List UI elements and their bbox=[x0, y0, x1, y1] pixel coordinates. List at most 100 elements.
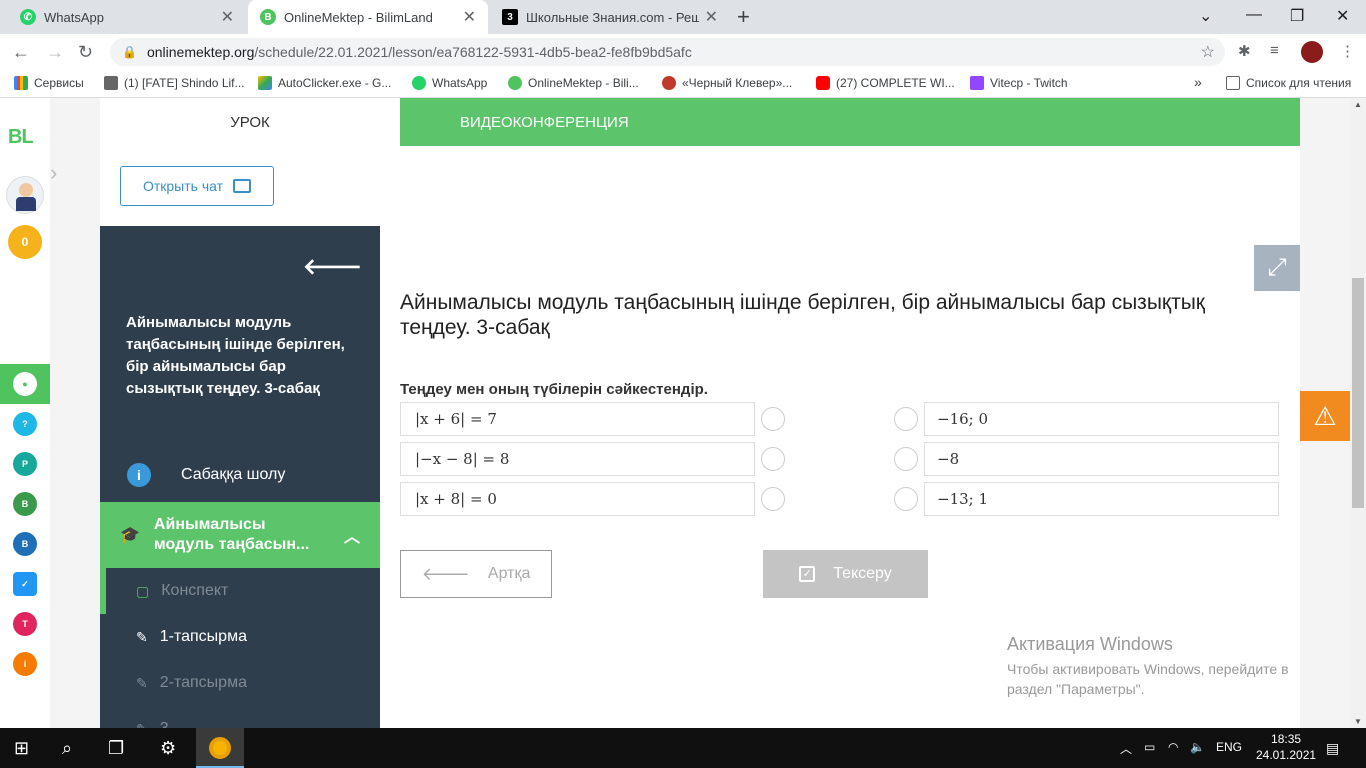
left-match-point[interactable] bbox=[761, 487, 785, 511]
bookmark-label: WhatsApp bbox=[432, 76, 488, 90]
edit-icon: ✎ bbox=[136, 628, 148, 645]
back-icon[interactable]: ← bbox=[12, 42, 30, 63]
wifi-icon[interactable]: ◠ bbox=[1168, 740, 1178, 754]
activation-text: Чтобы активировать Windows, перейдите в … bbox=[1007, 661, 1289, 697]
notifications-icon[interactable]: ▤ bbox=[1326, 740, 1339, 757]
bilimbook-icon[interactable]: B bbox=[13, 532, 37, 556]
scroll-up-icon[interactable]: ▲ bbox=[1354, 100, 1362, 109]
tab-videoconference[interactable]: ВИДЕОКОНФЕРЕНЦИЯ bbox=[400, 98, 1300, 146]
menu-icon[interactable]: ⋮ bbox=[1340, 42, 1355, 60]
taskbar-chrome[interactable] bbox=[196, 728, 244, 768]
bookmarks-overflow[interactable]: » bbox=[1194, 74, 1202, 90]
bookmark-label: OnlineMektep - Bili... bbox=[528, 76, 639, 90]
search-icon[interactable]: ⌕ bbox=[62, 738, 72, 759]
scroll-down-icon[interactable]: ▼ bbox=[1354, 717, 1362, 726]
sidebar-item-konspekt[interactable]: ▢ Конспект bbox=[106, 568, 380, 614]
root-item[interactable]: −13; 1 bbox=[924, 482, 1279, 516]
extensions-icon[interactable]: ✱ bbox=[1238, 42, 1251, 60]
left-match-point[interactable] bbox=[761, 447, 785, 471]
task-view-icon[interactable]: ❐ bbox=[108, 738, 124, 759]
browser-tab-onlinemektep[interactable]: B OnlineMektep - BilimLand ✕ bbox=[248, 0, 488, 34]
scrollbar-thumb[interactable] bbox=[1352, 278, 1364, 508]
bookmark-black-clover[interactable]: «Черный Клевер»... bbox=[662, 76, 792, 90]
forward-icon[interactable]: → bbox=[46, 42, 64, 63]
twig-icon[interactable]: T bbox=[13, 612, 37, 636]
help-icon[interactable]: ? bbox=[13, 412, 37, 436]
bookmark-apps[interactable]: Сервисы bbox=[14, 76, 84, 90]
browser-tab-whatsapp[interactable]: ✆ WhatsApp ✕ bbox=[8, 0, 246, 34]
bilimland-app-icon[interactable]: B bbox=[13, 492, 37, 516]
minimize-button[interactable]: — bbox=[1246, 6, 1262, 24]
volume-icon[interactable]: 🔈 bbox=[1190, 740, 1205, 754]
bookmark-onlinemektep[interactable]: OnlineMektep - Bili... bbox=[508, 76, 639, 90]
open-chat-button[interactable]: Открыть чат bbox=[120, 166, 274, 206]
sidebar-item-task-1[interactable]: ✎ 1-тапсырма bbox=[106, 614, 380, 660]
sidebar-item-task-2[interactable]: ✎ 2-тапсырма bbox=[106, 660, 380, 706]
equation-item[interactable]: |x + 6| = 7 bbox=[400, 402, 755, 436]
sidebar-item-task-3[interactable]: ✎ 3-... bbox=[106, 706, 380, 728]
bookmark-autoclicker[interactable]: AutoClicker.exe - G... bbox=[258, 76, 391, 90]
back-button[interactable]: 🡐 Артқа bbox=[400, 550, 552, 598]
right-match-point[interactable] bbox=[894, 487, 918, 511]
sidebar-item-active-section[interactable]: 🎓 Айнымалысы модуль таңбасын... ︿ bbox=[100, 502, 380, 568]
omnibox[interactable]: 🔒 onlinemektep.org/schedule/22.01.2021/l… bbox=[110, 38, 1225, 66]
maximize-button[interactable]: ❐ bbox=[1290, 6, 1304, 26]
pisa-icon[interactable]: P bbox=[13, 452, 37, 476]
test-icon[interactable]: ✓ bbox=[13, 572, 37, 596]
new-tab-button[interactable]: + bbox=[737, 4, 750, 30]
close-window-button[interactable]: ✕ bbox=[1336, 6, 1349, 26]
left-match-point[interactable] bbox=[761, 407, 785, 431]
equation-item[interactable]: |−x − 8| = 8 bbox=[400, 442, 755, 476]
page-scrollbar[interactable]: ▲ ▼ bbox=[1350, 98, 1366, 728]
equation-item[interactable]: |x + 8| = 0 bbox=[400, 482, 755, 516]
tab-lesson[interactable]: УРОК bbox=[100, 98, 400, 146]
whatsapp-icon: ✆ bbox=[20, 9, 36, 25]
windows-start-icon[interactable]: ⊞ bbox=[14, 738, 29, 759]
settings-gear-icon[interactable]: ⚙ bbox=[160, 738, 176, 759]
bookmark-label: «Черный Клевер»... bbox=[682, 76, 793, 90]
bookmark-whatsapp[interactable]: WhatsApp bbox=[412, 76, 487, 90]
windows-taskbar: ⊞ ⌕ ❐ ⚙ ︿ ▭ ◠ 🔈 ENG 18:35 24.01.2021 ▤ bbox=[0, 728, 1366, 768]
media-icon[interactable]: ≡ bbox=[1270, 42, 1279, 59]
points-badge[interactable]: 0 bbox=[8, 225, 42, 259]
right-match-point[interactable] bbox=[894, 447, 918, 471]
bookmark-icon bbox=[104, 76, 118, 90]
clock[interactable]: 18:35 24.01.2021 bbox=[1256, 731, 1316, 763]
twitch-icon bbox=[970, 76, 984, 90]
bookmarks-bar: Сервисы (1) [FATE] Shindo Lif... AutoCli… bbox=[0, 70, 1366, 98]
bookmark-shindo[interactable]: (1) [FATE] Shindo Lif... bbox=[104, 76, 245, 90]
close-tab-icon[interactable]: ✕ bbox=[463, 7, 476, 27]
bilimland-logo[interactable]: BL bbox=[8, 126, 34, 149]
fullscreen-button[interactable]: ⤢ bbox=[1254, 245, 1300, 291]
profile-avatar[interactable] bbox=[1301, 41, 1323, 63]
user-avatar[interactable] bbox=[6, 176, 44, 214]
expand-rail-icon[interactable]: › bbox=[50, 160, 57, 186]
reading-list[interactable]: Список для чтения bbox=[1226, 76, 1351, 90]
right-match-point[interactable] bbox=[894, 407, 918, 431]
tab-title: Школьные Знания.com - Решае bbox=[526, 9, 699, 25]
left-rail: BL 0 ● ? P B B ✓ T i bbox=[0, 98, 50, 728]
reload-icon[interactable]: ↻ bbox=[78, 42, 93, 63]
check-button[interactable]: ✓ Тексеру bbox=[763, 550, 928, 598]
tab-title: WhatsApp bbox=[44, 9, 104, 25]
close-tab-icon[interactable]: ✕ bbox=[705, 7, 718, 27]
root-item[interactable]: −16; 0 bbox=[924, 402, 1279, 436]
tray-chevron-icon[interactable]: ︿ bbox=[1120, 740, 1132, 757]
browser-tab-znania[interactable]: 3 Школьные Знания.com - Решае ✕ bbox=[490, 0, 730, 34]
tab-search-icon[interactable]: ⌄ bbox=[1199, 6, 1212, 26]
chevron-up-icon[interactable]: ︿ bbox=[344, 523, 360, 547]
online-mektep-icon[interactable]: ● bbox=[13, 372, 37, 396]
back-arrow-icon[interactable]: 🡐 bbox=[303, 254, 362, 280]
sidebar-item-overview[interactable]: i Сабаққа шолу bbox=[100, 454, 380, 496]
battery-icon[interactable]: ▭ bbox=[1144, 740, 1155, 754]
root-item[interactable]: −8 bbox=[924, 442, 1279, 476]
close-tab-icon[interactable]: ✕ bbox=[221, 7, 234, 27]
bookmark-label: AutoClicker.exe - G... bbox=[278, 76, 392, 90]
bookmark-star-icon[interactable]: ☆ bbox=[1201, 42, 1215, 62]
imektep-icon[interactable]: i bbox=[13, 652, 37, 676]
report-warning-button[interactable]: ⚠ bbox=[1300, 391, 1350, 441]
bookmark-label: Сервисы bbox=[34, 76, 84, 90]
bookmark-twitch[interactable]: Vitecp - Twitch bbox=[970, 76, 1068, 90]
bookmark-youtube[interactable]: (27) COMPLETE WI... bbox=[816, 76, 955, 90]
language-indicator[interactable]: ENG bbox=[1216, 740, 1242, 754]
